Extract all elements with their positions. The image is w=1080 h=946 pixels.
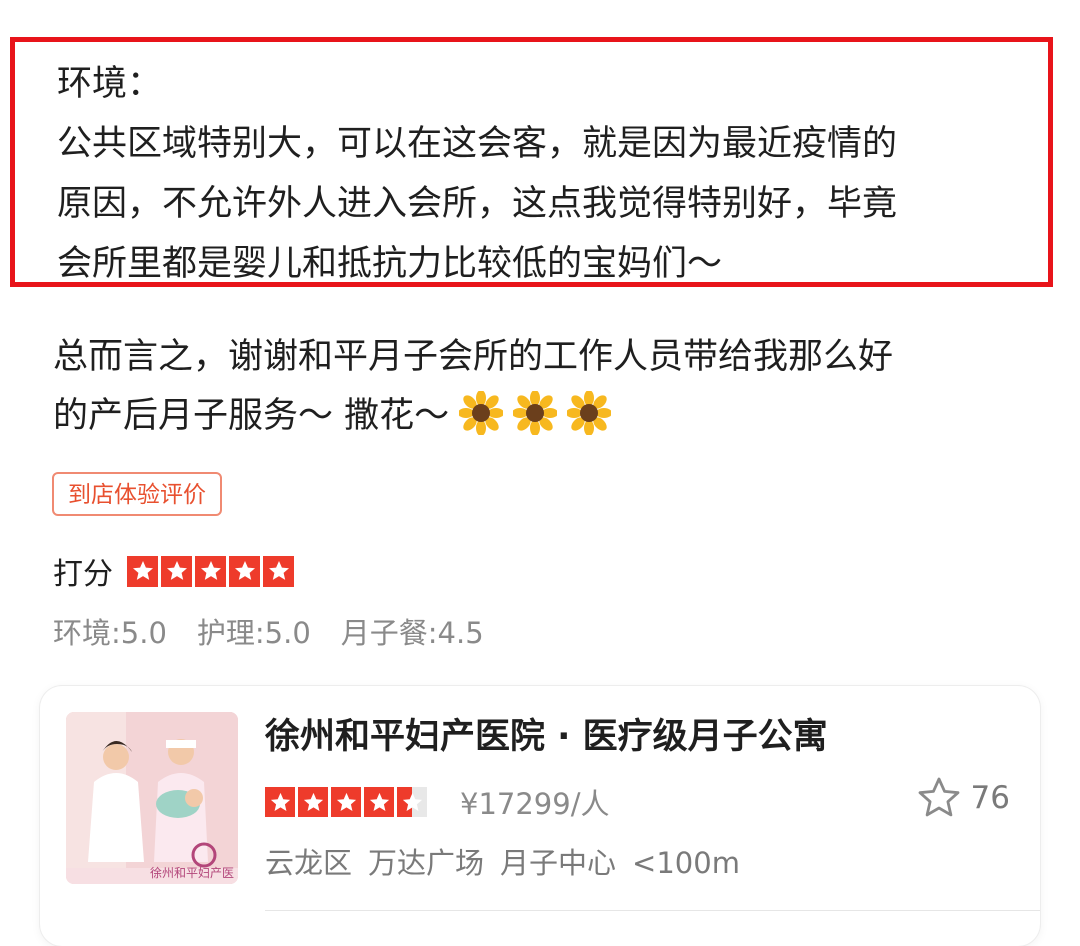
- star-icon: [195, 555, 226, 587]
- category: 月子中心: [500, 846, 617, 880]
- business-rating-row: ¥17299/人: [265, 782, 609, 822]
- sub-score-care: 护理:5.0: [196, 616, 311, 650]
- review-summary: 总而言之，谢谢和平月子会所的工作人员带给我那么好 的产后月子服务～ 撒花～: [53, 328, 1043, 446]
- review-line: 公共区域特别大，可以在这会客，就是因为最近疫情的: [57, 124, 898, 164]
- business-location: 云龙区 万达广场 月子中心 <100m: [265, 840, 756, 882]
- summary-line-1: 总而言之，谢谢和平月子会所的工作人员带给我那么好: [53, 337, 894, 377]
- sunflower-icon: [459, 391, 504, 435]
- favorite-button[interactable]: 76: [915, 774, 1010, 822]
- review-environment-text: 环境： 公共区域特别大，可以在这会客，就是因为最近疫情的 原因，不允许外人进入会…: [57, 54, 1047, 294]
- rating-stars: [127, 555, 297, 587]
- star-icon: [364, 787, 394, 817]
- distance: <100m: [632, 846, 740, 880]
- nurse-photo-illustration: [66, 712, 238, 884]
- sub-score-meal: 月子餐:4.5: [340, 616, 484, 650]
- sub-score-environment: 环境:5.0: [53, 616, 167, 650]
- half-star-icon: [397, 787, 427, 817]
- sunflower-icon: [567, 391, 612, 435]
- business-thumbnail[interactable]: 徐州和平妇产医: [66, 712, 238, 884]
- star-icon: [298, 787, 328, 817]
- highlighted-review-section: 环境： 公共区域特别大，可以在这会客，就是因为最近疫情的 原因，不允许外人进入会…: [10, 37, 1053, 287]
- star-icon: [229, 555, 260, 587]
- summary-line-2: 的产后月子服务～ 撒花～: [53, 387, 1043, 446]
- business-card[interactable]: 徐州和平妇产医 徐州和平妇产医院 · 医疗级月子公寓 ¥17299/人 76 云…: [40, 686, 1040, 946]
- rating-label: 打分: [53, 557, 113, 592]
- area: 万达广场: [368, 846, 485, 880]
- thumbnail-watermark: 徐州和平妇产医: [150, 866, 235, 880]
- star-icon: [265, 787, 295, 817]
- rating-row: 打分: [53, 549, 297, 593]
- favorite-count: 76: [970, 780, 1010, 816]
- review-line: 会所里都是婴儿和抵抗力比较低的宝妈们～: [57, 244, 723, 284]
- star-icon: [331, 787, 361, 817]
- star-icon: [161, 555, 192, 587]
- divider: [265, 910, 1040, 911]
- star-icon: [127, 555, 158, 587]
- in-store-review-badge[interactable]: 到店体验评价: [52, 472, 222, 516]
- sub-scores: 环境:5.0 护理:5.0 月子餐:4.5: [53, 610, 514, 652]
- business-name[interactable]: 徐州和平妇产医院 · 医疗级月子公寓: [265, 712, 828, 762]
- review-line: 环境：: [57, 64, 163, 104]
- price-per-person: ¥17299/人: [460, 787, 610, 821]
- sunflower-icon: [513, 391, 558, 435]
- star-icon: [263, 555, 294, 587]
- district: 云龙区: [265, 846, 353, 880]
- review-line: 原因，不允许外人进入会所，这点我觉得特别好，毕竟: [57, 184, 898, 224]
- favorite-star-icon: [918, 777, 959, 817]
